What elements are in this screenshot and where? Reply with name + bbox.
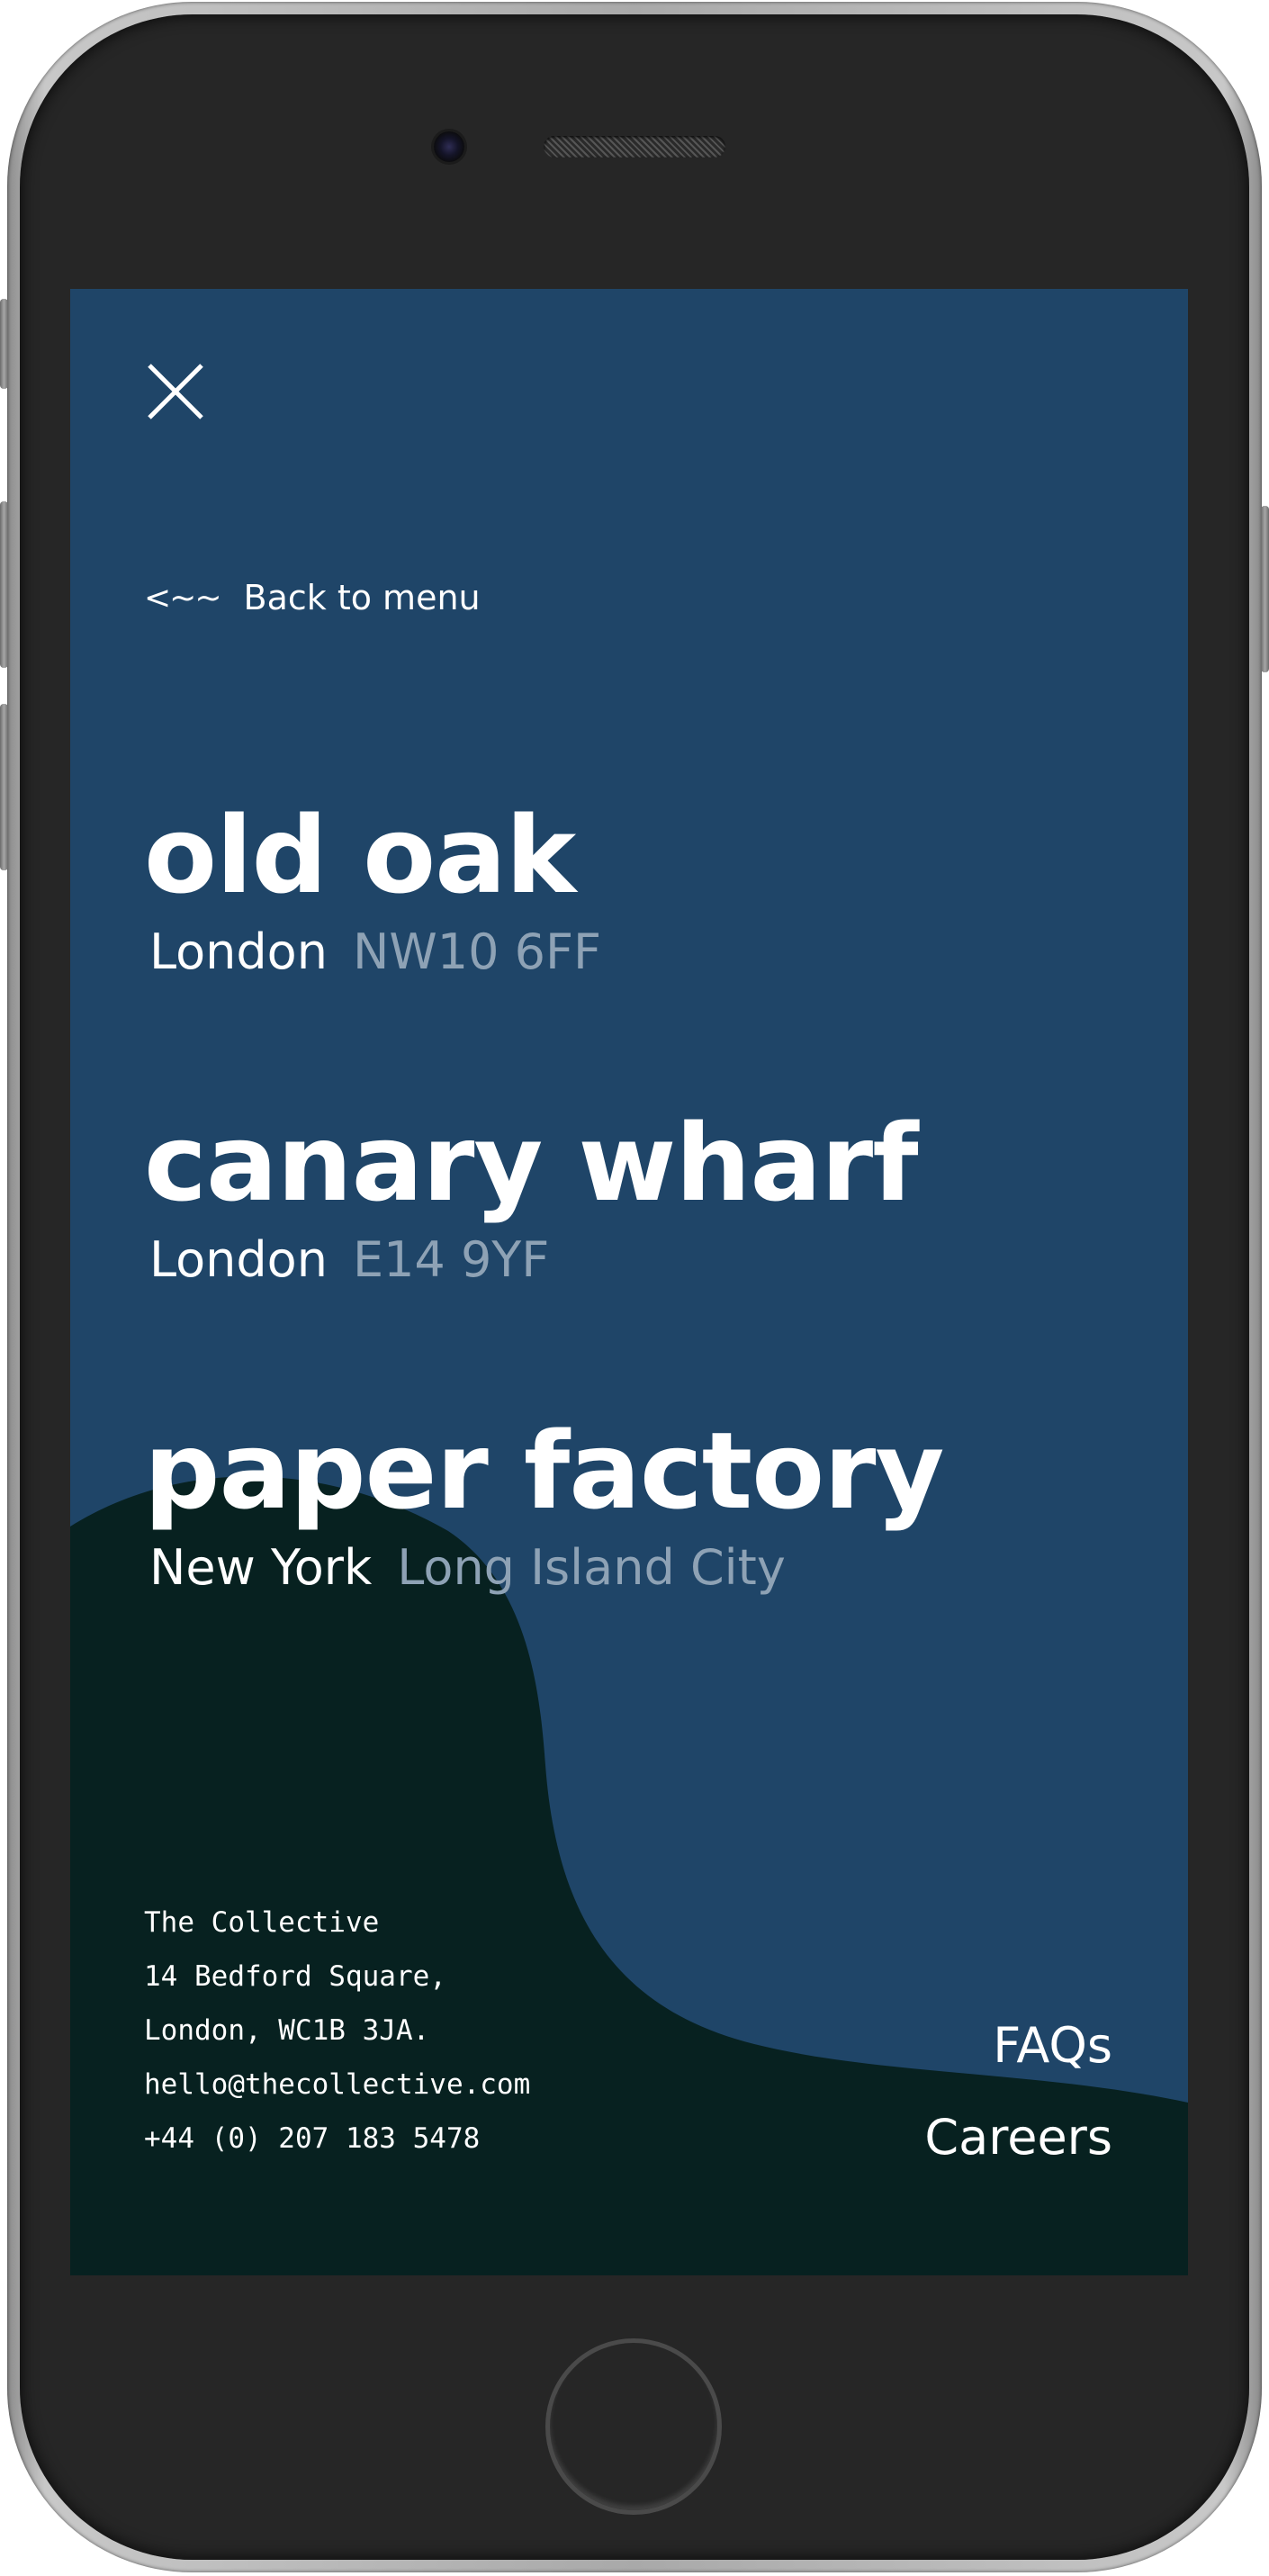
email-link[interactable]: hello@thecollective.com <box>144 2068 530 2101</box>
faqs-link[interactable]: FAQs <box>924 2000 1112 2092</box>
menu-screen: <~~ Back to menu old oak London NW10 6FF … <box>70 289 1188 2275</box>
location-city: London <box>149 1231 328 1288</box>
location-city: London <box>149 923 328 980</box>
address-line-1: 14 Bedford Square, <box>144 1960 446 1993</box>
location-area: Long Island City <box>397 1539 786 1596</box>
address-line-2: London, WC1B 3JA. <box>144 2014 430 2047</box>
location-details: New York Long Island City <box>149 1544 943 1592</box>
front-camera <box>434 131 464 162</box>
company-name: The Collective <box>144 1906 380 1939</box>
phone-link[interactable]: +44 (0) 207 183 5478 <box>144 2122 480 2155</box>
earpiece-speaker <box>544 136 725 158</box>
home-button[interactable] <box>545 2338 722 2515</box>
location-area: NW10 6FF <box>352 923 602 980</box>
footer-address: The Collective 14 Bedford Square, London… <box>144 1896 530 2166</box>
careers-link[interactable]: Careers <box>924 2092 1112 2184</box>
location-name: canary wharf <box>144 1101 919 1225</box>
power-button <box>1261 506 1269 672</box>
close-icon <box>148 364 203 419</box>
location-old-oak[interactable]: old oak London NW10 6FF <box>144 802 601 977</box>
location-details: London E14 9YF <box>149 1236 918 1284</box>
back-to-menu-link[interactable]: <~~ Back to menu <box>144 575 481 620</box>
location-details: London NW10 6FF <box>149 928 601 977</box>
back-arrow-icon: <~~ <box>144 579 221 617</box>
location-city: New York <box>149 1539 373 1596</box>
location-canary-wharf[interactable]: canary wharf London E14 9YF <box>144 1101 919 1284</box>
location-name: old oak <box>144 793 576 917</box>
volume-down-button <box>0 704 8 870</box>
location-paper-factory[interactable]: paper factory New York Long Island City <box>144 1409 944 1592</box>
volume-up-button <box>0 501 8 668</box>
location-area: E14 9YF <box>352 1231 550 1288</box>
close-button[interactable] <box>147 363 204 420</box>
silent-switch <box>0 299 8 389</box>
location-name: paper factory <box>144 1409 944 1533</box>
back-to-menu-label: Back to menu <box>243 578 481 617</box>
footer-links: FAQs Careers <box>924 2000 1112 2184</box>
